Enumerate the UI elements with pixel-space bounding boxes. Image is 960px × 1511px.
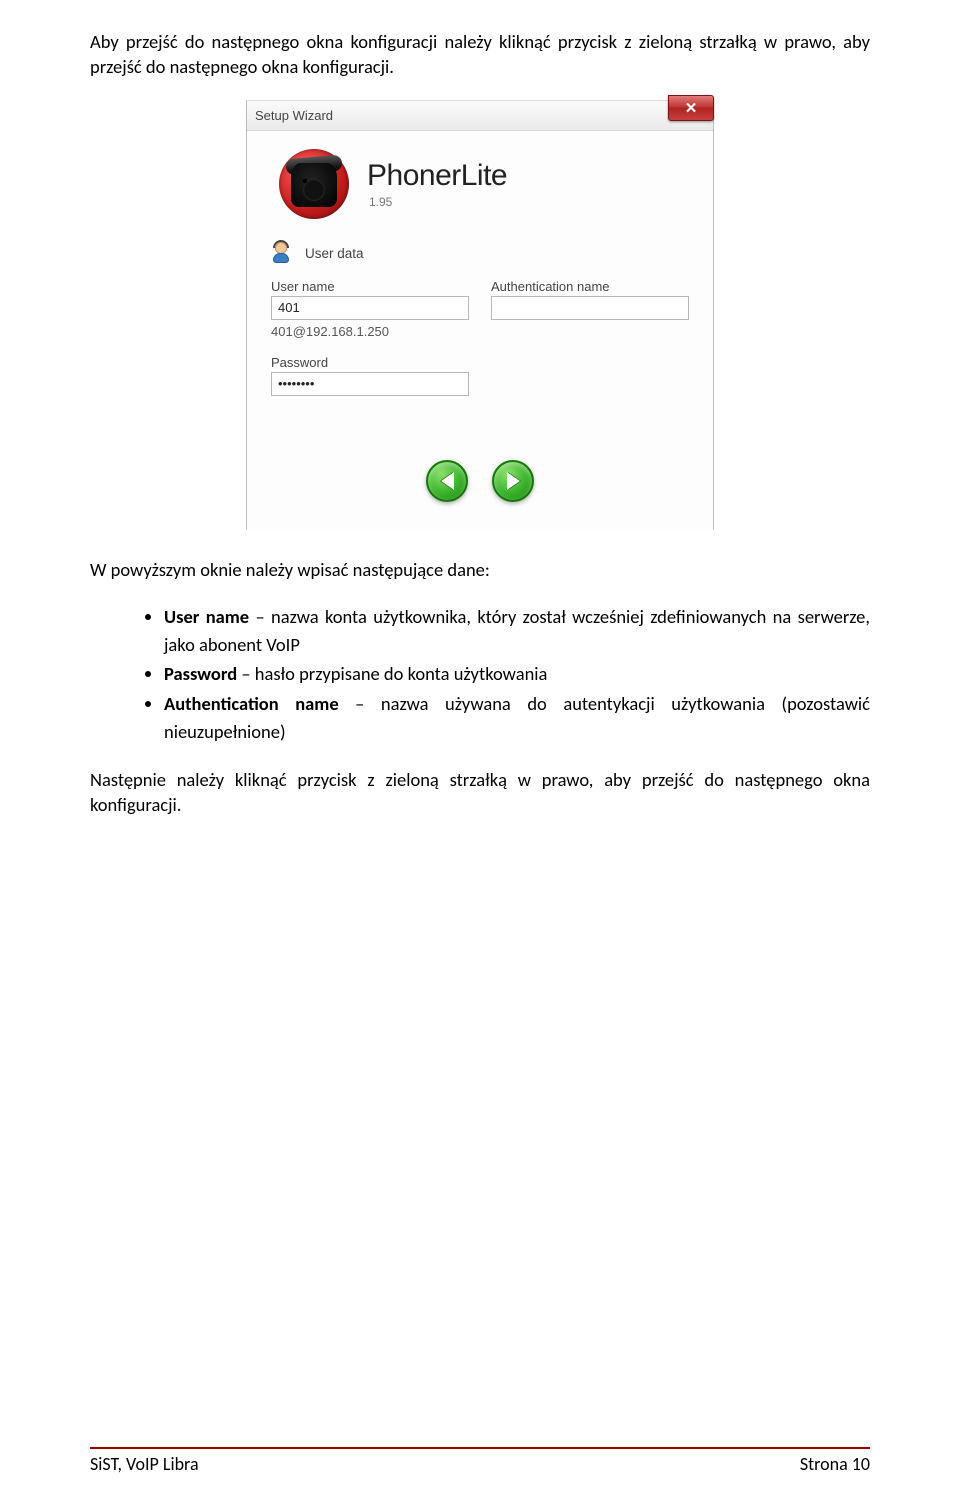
next-button[interactable] [492, 460, 534, 502]
username-label: User name [271, 279, 469, 294]
intro-paragraph-2: W powyższym oknie należy wpisać następuj… [90, 558, 870, 583]
bullet-key: Password [164, 662, 237, 685]
field-description-list: User name – nazwa konta użytkownika, któ… [90, 603, 870, 746]
list-item: Password – hasło przypisane do konta uży… [164, 660, 870, 688]
username-full-address: 401@192.168.1.250 [271, 324, 469, 339]
bullet-text: – nazwa konta użytkownika, który został … [164, 605, 870, 656]
password-label: Password [271, 355, 469, 370]
bullet-text: – hasło przypisane do konta użytkowania [237, 662, 547, 685]
bullet-key: User name [164, 605, 249, 628]
section-title: User data [305, 246, 364, 261]
arrow-left-icon [441, 472, 454, 490]
page-footer: SiST, VoIP Libra Strona 10 [90, 1447, 870, 1475]
list-item: Authentication name – nazwa używana do a… [164, 690, 870, 746]
phone-app-icon [279, 149, 349, 219]
back-button[interactable] [426, 460, 468, 502]
wizard-title: Setup Wizard [255, 108, 333, 123]
close-icon: ✕ [685, 99, 698, 117]
intro-paragraph-1: Aby przejść do następnego okna konfigura… [90, 30, 870, 80]
list-item: User name – nazwa konta użytkownika, któ… [164, 603, 870, 659]
bullet-key: Authentication name [164, 692, 339, 715]
brand-row: PhonerLite 1.95 [265, 141, 695, 241]
brand-name: PhonerLite [367, 159, 507, 193]
closing-paragraph: Następnie należy kliknąć przycisk z ziel… [90, 768, 870, 818]
wizard-body: PhonerLite 1.95 User data User name 401@… [247, 131, 713, 530]
password-input[interactable] [271, 372, 469, 396]
authname-label: Authentication name [491, 279, 689, 294]
footer-left: SiST, VoIP Libra [90, 1453, 199, 1475]
brand-version: 1.95 [369, 195, 507, 209]
footer-right: Strona 10 [800, 1453, 870, 1475]
screenshot-wrapper: Setup Wizard ✕ PhonerLite 1.95 [90, 100, 870, 530]
arrow-right-icon [507, 472, 520, 490]
wizard-titlebar: Setup Wizard ✕ [247, 101, 713, 131]
username-input[interactable] [271, 296, 469, 320]
user-icon [271, 241, 297, 267]
close-button[interactable]: ✕ [668, 95, 714, 121]
authname-input[interactable] [491, 296, 689, 320]
setup-wizard-window: Setup Wizard ✕ PhonerLite 1.95 [246, 100, 714, 530]
user-data-header: User data [271, 241, 695, 267]
